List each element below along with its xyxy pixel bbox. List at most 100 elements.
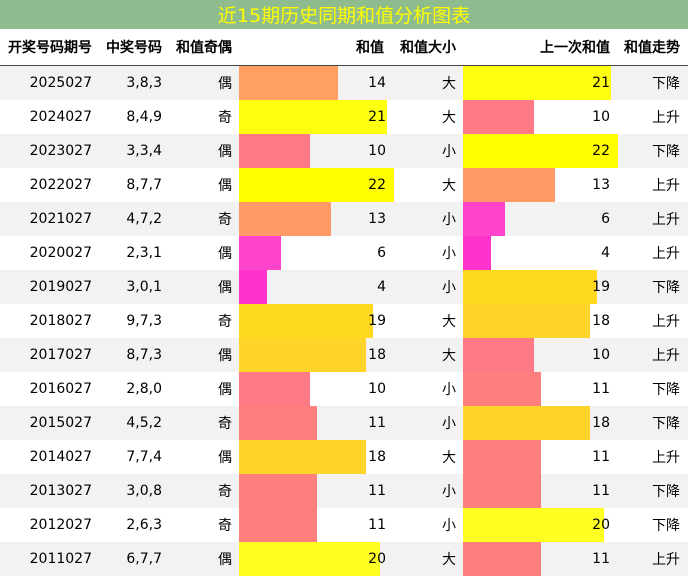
sum-bar [239,236,282,270]
sum-bar [239,372,310,406]
table-header: 开奖号码期号 中奖号码 和值奇偶 和值 和值大小 上一次和值 和值走势 [0,29,688,66]
trend-cell: 上升 [652,552,680,568]
trend-cell: 下降 [652,280,680,296]
sum-bar [239,508,317,542]
header-sum: 和值 [356,40,384,56]
prev-sum-bar [463,440,541,474]
size-cell: 小 [442,212,456,228]
issue-cell: 2015027 [29,415,92,431]
numbers-cell: 8,7,7 [126,177,162,193]
prev-sum-cell: 11 [592,483,610,499]
sum-cell: 21 [368,109,386,125]
size-cell: 大 [442,450,456,466]
prev-sum-cell: 13 [592,177,610,193]
prev-sum-bar [463,100,534,134]
issue-cell: 2014027 [29,449,92,465]
table-row: 2024027 8,4,9 奇 21 大 10 上升 [0,100,688,134]
sum-cell: 10 [368,143,386,159]
odd-even-cell: 偶 [218,280,232,296]
sum-cell: 11 [368,415,386,431]
sum-cell: 13 [368,211,386,227]
prev-sum-cell: 11 [592,551,610,567]
trend-cell: 下降 [652,76,680,92]
size-cell: 小 [442,484,456,500]
trend-cell: 下降 [652,416,680,432]
table-row: 2012027 2,6,3 奇 11 小 20 下降 [0,508,688,542]
odd-even-cell: 偶 [218,450,232,466]
sum-bar [239,406,317,440]
trend-cell: 下降 [652,144,680,160]
size-cell: 大 [442,178,456,194]
size-cell: 小 [442,416,456,432]
sum-cell: 14 [368,75,386,91]
issue-cell: 2013027 [29,483,92,499]
odd-even-cell: 奇 [218,518,232,534]
trend-cell: 上升 [652,110,680,126]
issue-cell: 2018027 [29,313,92,329]
header-size: 和值大小 [400,40,456,56]
sum-cell: 10 [368,381,386,397]
table-row: 2013027 3,0,8 奇 11 小 11 下降 [0,474,688,508]
table-row: 2014027 7,7,4 偶 18 大 11 上升 [0,440,688,474]
table-row: 2011027 6,7,7 偶 20 大 11 上升 [0,542,688,576]
odd-even-cell: 奇 [218,110,232,126]
odd-even-cell: 偶 [218,382,232,398]
prev-sum-cell: 20 [592,517,610,533]
prev-sum-cell: 4 [601,245,610,261]
numbers-cell: 2,3,1 [126,245,162,261]
trend-cell: 上升 [652,348,680,364]
size-cell: 大 [442,110,456,126]
numbers-cell: 3,3,4 [126,143,162,159]
table-row: 2021027 4,7,2 奇 13 小 6 上升 [0,202,688,236]
numbers-cell: 2,8,0 [126,381,162,397]
trend-cell: 上升 [652,178,680,194]
odd-even-cell: 奇 [218,212,232,228]
sum-cell: 22 [368,177,386,193]
prev-sum-cell: 22 [592,143,610,159]
table-row: 2023027 3,3,4 偶 10 小 22 下降 [0,134,688,168]
prev-sum-cell: 21 [592,75,610,91]
table-row: 2018027 9,7,3 奇 19 大 18 上升 [0,304,688,338]
odd-even-cell: 偶 [218,348,232,364]
size-cell: 大 [442,348,456,364]
header-issue: 开奖号码期号 [8,40,92,56]
header-numbers: 中奖号码 [106,40,162,56]
odd-even-cell: 偶 [218,552,232,568]
table-body: 2025027 3,8,3 偶 14 大 21 下降 2024027 8,4,9 奇 21 大 10 上升… [0,66,688,576]
chart-title: 近15期历史同期和值分析图表 [0,0,688,30]
numbers-cell: 3,0,1 [126,279,162,295]
prev-sum-cell: 18 [592,415,610,431]
sum-cell: 20 [368,551,386,567]
numbers-cell: 3,0,8 [126,483,162,499]
table-row: 2017027 8,7,3 偶 18 大 10 上升 [0,338,688,372]
sum-bar [239,66,338,100]
header-prev-sum: 上一次和值 [540,40,610,56]
prev-sum-bar [463,542,541,576]
issue-cell: 2011027 [29,551,92,567]
sum-cell: 19 [368,313,386,329]
size-cell: 小 [442,518,456,534]
prev-sum-bar [463,338,534,372]
size-cell: 小 [442,246,456,262]
table-row: 2025027 3,8,3 偶 14 大 21 下降 [0,66,688,100]
numbers-cell: 2,6,3 [126,517,162,533]
trend-cell: 下降 [652,518,680,534]
sum-cell: 18 [368,347,386,363]
table-row: 2020027 2,3,1 偶 6 小 4 上升 [0,236,688,270]
size-cell: 小 [442,382,456,398]
prev-sum-cell: 19 [592,279,610,295]
prev-sum-cell: 18 [592,313,610,329]
table-row: 2019027 3,0,1 偶 4 小 19 下降 [0,270,688,304]
prev-sum-cell: 10 [592,109,610,125]
trend-cell: 上升 [652,212,680,228]
odd-even-cell: 偶 [218,144,232,160]
prev-sum-bar [463,474,541,508]
prev-sum-cell: 11 [592,381,610,397]
numbers-cell: 9,7,3 [126,313,162,329]
issue-cell: 2023027 [29,143,92,159]
issue-cell: 2024027 [29,109,92,125]
table-row: 2016027 2,8,0 偶 10 小 11 下降 [0,372,688,406]
odd-even-cell: 奇 [218,416,232,432]
sum-bar [239,134,310,168]
issue-cell: 2022027 [29,177,92,193]
